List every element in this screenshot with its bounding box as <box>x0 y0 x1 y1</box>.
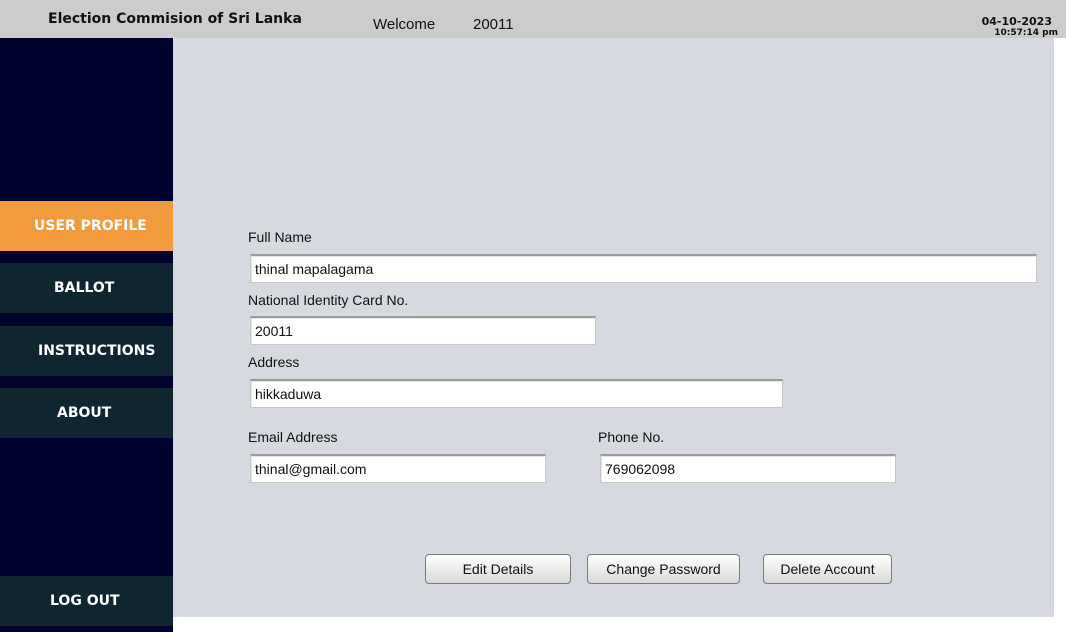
nav-item-label: INSTRUCTIONS <box>38 343 156 359</box>
address-label: Address <box>248 354 300 370</box>
sidebar: USER PROFILE BALLOT INSTRUCTIONS ABOUT L… <box>0 38 173 632</box>
nav-item-ballot[interactable]: BALLOT <box>0 263 173 313</box>
full-name-field[interactable] <box>250 254 1037 283</box>
nav-item-label: USER PROFILE <box>34 218 147 234</box>
app-title: Election Commision of Sri Lanka <box>48 11 302 27</box>
header-bar: Election Commision of Sri Lanka Welcome … <box>0 0 1066 38</box>
welcome-label: Welcome <box>373 16 436 33</box>
nav-item-about[interactable]: ABOUT <box>0 388 173 438</box>
nav-item-instructions[interactable]: INSTRUCTIONS <box>0 326 173 376</box>
user-id: 20011 <box>473 16 514 33</box>
nav-item-user-profile[interactable]: USER PROFILE <box>0 201 173 251</box>
time-display: 10:57:14 pm <box>994 28 1058 38</box>
edit-details-button[interactable]: Edit Details <box>425 554 571 584</box>
phone-field[interactable] <box>600 454 896 483</box>
date-display: 04-10-2023 <box>981 15 1052 28</box>
phone-label: Phone No. <box>598 429 665 445</box>
delete-account-button[interactable]: Delete Account <box>763 554 892 584</box>
address-field[interactable] <box>250 379 783 408</box>
logout-button[interactable]: LOG OUT <box>0 576 173 626</box>
full-name-label: Full Name <box>248 229 312 245</box>
email-field[interactable] <box>250 454 546 483</box>
nic-field[interactable] <box>250 316 596 345</box>
nav-item-label: ABOUT <box>57 405 112 421</box>
logout-label: LOG OUT <box>50 593 120 609</box>
change-password-button[interactable]: Change Password <box>587 554 740 584</box>
nav-item-label: BALLOT <box>54 280 115 296</box>
nic-label: National Identity Card No. <box>248 292 409 308</box>
email-label: Email Address <box>248 429 338 445</box>
